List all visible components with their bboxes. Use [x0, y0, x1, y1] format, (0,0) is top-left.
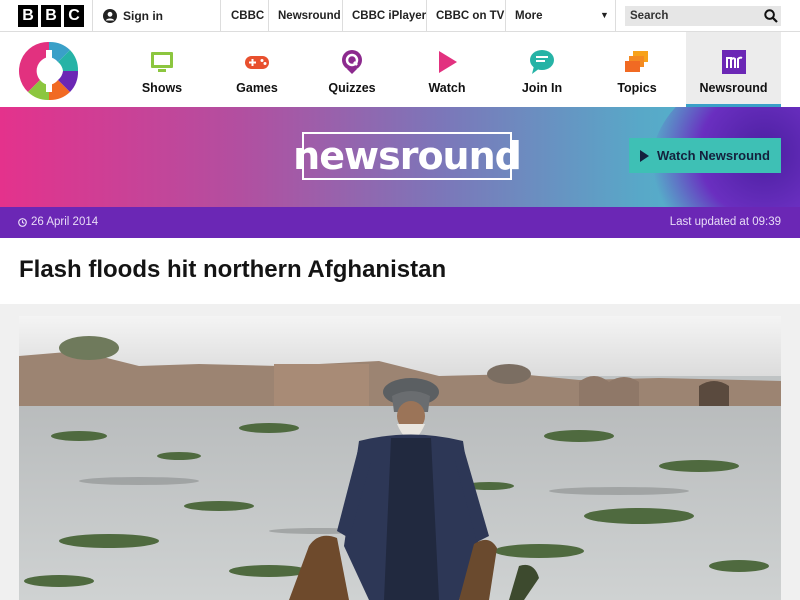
nav-item-watch[interactable]: Watch: [402, 32, 492, 107]
nav-item-quizzes[interactable]: Quizzes: [307, 32, 397, 107]
clock-icon: [18, 217, 27, 227]
tv-icon: [151, 52, 173, 72]
nav-item-label: Shows: [141, 81, 183, 95]
search-placeholder: Search: [630, 10, 669, 22]
nav-item-label: Join In: [521, 81, 563, 95]
cbbc-logo[interactable]: [18, 40, 80, 102]
article-title: Flash floods hit northern Afghanistan: [19, 256, 447, 283]
nav-item-join-in[interactable]: Join In: [497, 32, 587, 107]
nav-link-newsround[interactable]: Newsround: [278, 0, 341, 32]
search-icon[interactable]: [761, 6, 781, 26]
divider: [505, 0, 506, 32]
divider: [268, 0, 269, 32]
divider: [342, 0, 343, 32]
bbc-logo-letter: B: [41, 5, 61, 27]
nav-item-shows[interactable]: Shows: [117, 32, 207, 107]
nav-link-cbbc[interactable]: CBBC: [231, 0, 264, 32]
headline-container: Flash floods hit northern Afghanistan: [0, 238, 800, 304]
flood-photo: [19, 316, 781, 600]
search-input[interactable]: Search: [625, 6, 781, 26]
nav-item-label: Watch: [428, 81, 466, 95]
user-icon: [103, 9, 117, 23]
cards-icon: [625, 51, 648, 72]
play-icon: [640, 149, 650, 162]
nav-item-newsround[interactable]: Newsround: [686, 32, 781, 107]
newsround-icon: [721, 50, 746, 74]
bbc-global-bar: B B C Sign in CBBC Newsround CBBC iPlaye…: [0, 0, 800, 32]
article-date: 26 April 2014: [18, 216, 98, 228]
nav-item-games[interactable]: Games: [212, 32, 302, 107]
watch-newsround-label: Watch Newsround: [657, 148, 770, 163]
nav-item-label: Newsround: [699, 81, 768, 95]
last-updated: Last updated at 09:39: [669, 216, 781, 228]
sign-in-link[interactable]: Sign in: [103, 0, 163, 32]
nav-link-cbbc-on-tv[interactable]: CBBC on TV: [436, 0, 504, 32]
bbc-logo[interactable]: B B C: [18, 5, 84, 27]
play-icon: [439, 51, 457, 73]
divider: [220, 0, 221, 32]
nav-item-label: Games: [236, 81, 278, 95]
chat-icon: [530, 50, 554, 74]
article-image: [19, 316, 781, 600]
nav-link-cbbc-iplayer[interactable]: CBBC iPlayer: [352, 0, 426, 32]
article-date-bar: 26 April 2014 Last updated at 09:39: [0, 207, 800, 238]
chevron-down-icon[interactable]: ▼: [600, 10, 609, 20]
newsround-logo[interactable]: newsround: [293, 132, 522, 180]
divider: [92, 0, 93, 32]
cbbc-navigation: Shows Games Quizzes Watch Join In Topics…: [0, 32, 800, 107]
article-date-text: 26 April 2014: [31, 216, 99, 228]
sign-in-label: Sign in: [123, 9, 163, 23]
nav-item-topics[interactable]: Topics: [592, 32, 682, 107]
nav-link-more[interactable]: More: [515, 0, 542, 32]
newsround-banner: newsround Watch Newsround: [0, 107, 800, 207]
divider: [426, 0, 427, 32]
gamepad-icon: [245, 56, 269, 69]
nav-item-label: Quizzes: [328, 81, 376, 95]
nav-item-label: Topics: [617, 81, 657, 95]
divider: [615, 0, 616, 32]
watch-newsround-button[interactable]: Watch Newsround: [629, 138, 781, 173]
bbc-logo-letter: C: [64, 5, 84, 27]
quiz-icon: [342, 50, 362, 74]
bbc-logo-letter: B: [18, 5, 38, 27]
